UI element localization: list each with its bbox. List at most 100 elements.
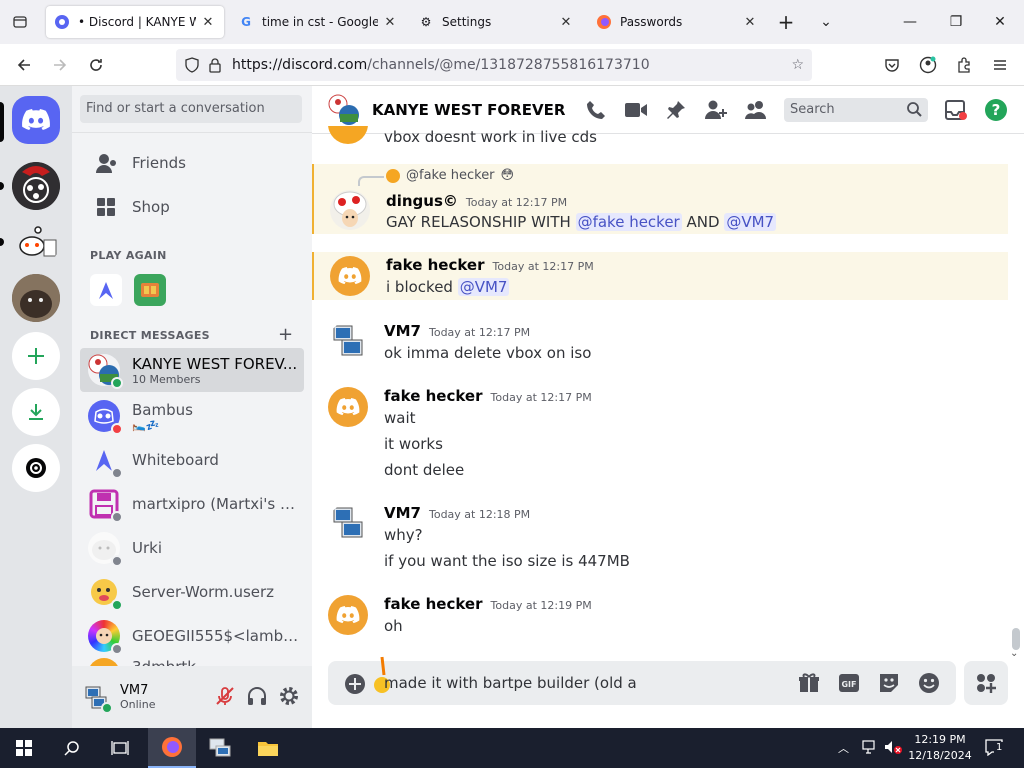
tab-list-icon[interactable] bbox=[8, 10, 32, 34]
url-bar[interactable]: https://discord.com/channels/@me/1318728… bbox=[176, 49, 812, 81]
dm-item-urki[interactable]: Urki bbox=[80, 526, 304, 570]
tab-overflow-chevron-icon[interactable]: ⌄ bbox=[814, 10, 838, 34]
friends-nav-item[interactable]: Friends bbox=[80, 142, 304, 184]
pin-icon[interactable] bbox=[664, 98, 688, 122]
back-arrow-icon[interactable] bbox=[12, 53, 36, 77]
headphones-icon[interactable] bbox=[246, 685, 268, 707]
chat-search-input[interactable]: Search bbox=[784, 98, 928, 122]
pocket-icon[interactable] bbox=[880, 53, 904, 77]
add-friends-icon[interactable] bbox=[704, 98, 728, 122]
scrollbar-thumb[interactable] bbox=[1012, 628, 1020, 650]
shield-icon[interactable] bbox=[184, 57, 200, 73]
direct-messages-home-button[interactable] bbox=[12, 96, 60, 144]
dm-item-whiteboard[interactable]: Whiteboard bbox=[80, 438, 304, 482]
channel-title: KANYE WEST FOREVER bbox=[372, 100, 566, 119]
message-author[interactable]: dingus© Today at 12:17 PM bbox=[386, 192, 567, 210]
member-list-icon[interactable] bbox=[744, 98, 768, 122]
message-author[interactable]: fake hecker Today at 12:17 PM bbox=[386, 256, 594, 274]
download-apps-button[interactable] bbox=[12, 388, 60, 436]
chat-scrollbar[interactable]: ⌄ bbox=[1009, 134, 1023, 661]
message-author[interactable]: fake hecker Today at 12:17 PM bbox=[384, 387, 592, 405]
group-avatar[interactable] bbox=[328, 94, 360, 126]
search-icon[interactable] bbox=[48, 728, 96, 768]
dm-item-martxipro[interactable]: martxipro (Martxi's ve... bbox=[80, 482, 304, 526]
minimize-button[interactable]: — bbox=[898, 10, 922, 34]
bookmark-star-icon[interactable]: ☆ bbox=[791, 57, 804, 73]
tab-passwords[interactable]: Passwords ✕ bbox=[588, 6, 766, 38]
task-view-icon[interactable] bbox=[96, 728, 144, 768]
restore-button[interactable]: ❐ bbox=[944, 10, 968, 34]
vm7-avatar[interactable] bbox=[328, 322, 368, 362]
close-tab-icon[interactable]: ✕ bbox=[742, 15, 758, 30]
message-text: dont delee bbox=[384, 461, 465, 479]
close-tab-icon[interactable]: ✕ bbox=[382, 15, 398, 30]
extensions-icon[interactable] bbox=[952, 53, 976, 77]
dm-item-geoegii555[interactable]: GEOEGII555$<lambd... bbox=[80, 614, 304, 658]
tab-settings[interactable]: ⚙ Settings ✕ bbox=[410, 6, 582, 38]
message-author[interactable]: fake hecker Today at 12:19 PM bbox=[384, 595, 592, 613]
video-call-icon[interactable] bbox=[624, 98, 648, 122]
dnd-status-dot bbox=[111, 423, 123, 435]
shop-nav-item[interactable]: Shop bbox=[80, 186, 304, 228]
new-tab-button[interactable]: + bbox=[774, 10, 798, 34]
gif-icon[interactable]: GIF bbox=[838, 672, 860, 694]
inbox-icon[interactable] bbox=[944, 98, 968, 122]
reload-icon[interactable] bbox=[84, 53, 108, 77]
forward-arrow-icon[interactable] bbox=[48, 53, 72, 77]
windows-start-icon[interactable] bbox=[0, 728, 48, 768]
discord-default-avatar[interactable] bbox=[330, 256, 370, 296]
user-settings-gear-icon[interactable] bbox=[278, 685, 300, 707]
scroll-down-chevron-icon[interactable]: ⌄ bbox=[1010, 648, 1018, 659]
emoji-icon[interactable] bbox=[918, 672, 940, 694]
close-window-button[interactable]: ✕ bbox=[988, 10, 1012, 34]
vm-taskbar-icon[interactable] bbox=[196, 728, 244, 768]
server-obs[interactable] bbox=[12, 162, 60, 210]
message-author[interactable]: VM7 Today at 12:17 PM bbox=[384, 322, 530, 340]
server-reddit[interactable] bbox=[12, 218, 60, 266]
vm7-avatar[interactable] bbox=[328, 504, 368, 544]
discord-default-avatar[interactable] bbox=[328, 387, 368, 427]
server-list bbox=[0, 86, 72, 728]
close-tab-icon[interactable]: ✕ bbox=[558, 15, 574, 30]
mention[interactable]: @fake hecker bbox=[575, 213, 682, 231]
dm-search-input[interactable]: Find or start a conversation bbox=[80, 95, 302, 123]
mention[interactable]: @VM7 bbox=[457, 278, 510, 296]
add-attachment-button[interactable] bbox=[344, 673, 366, 695]
file-explorer-icon[interactable] bbox=[244, 728, 292, 768]
menu-icon[interactable] bbox=[988, 53, 1012, 77]
discover-button[interactable] bbox=[12, 444, 60, 492]
add-server-button[interactable] bbox=[12, 332, 60, 380]
dm-item-server-worm[interactable]: Server-Worm.userz bbox=[80, 570, 304, 614]
toad-avatar[interactable] bbox=[330, 190, 370, 230]
create-dm-button[interactable]: + bbox=[278, 324, 293, 345]
lock-icon[interactable] bbox=[208, 57, 222, 73]
close-tab-icon[interactable]: ✕ bbox=[200, 15, 216, 30]
message-input[interactable]: made it with bartpe builder (old a bbox=[384, 674, 637, 692]
game-puzzle-icon[interactable] bbox=[134, 274, 166, 306]
tray-chevron-icon[interactable]: ︿ bbox=[838, 740, 849, 756]
volume-muted-icon[interactable] bbox=[884, 740, 902, 754]
game-whiteboard-icon[interactable] bbox=[90, 274, 122, 306]
user-avatar[interactable] bbox=[82, 683, 113, 714]
tab-discord[interactable]: • Discord | KANYE WEST ✕ bbox=[46, 6, 224, 38]
clock[interactable]: 12:19 PM 12/18/2024 bbox=[904, 732, 976, 764]
muted-mic-icon[interactable] bbox=[214, 685, 236, 707]
dm-item-kanye-west-forever[interactable]: KANYE WEST FOREV... 10 Members bbox=[80, 348, 304, 392]
sticker-icon[interactable] bbox=[878, 672, 900, 694]
mention[interactable]: @VM7 bbox=[724, 213, 777, 231]
message-author[interactable]: VM7 Today at 12:18 PM bbox=[384, 504, 530, 522]
apps-button[interactable] bbox=[964, 661, 1008, 705]
help-icon[interactable]: ? bbox=[984, 98, 1008, 122]
tab-google[interactable]: G time in cst - Google Se ✕ bbox=[230, 6, 406, 38]
dm-item-bambus[interactable]: Bambus 🛌💤 bbox=[80, 394, 304, 438]
gift-icon[interactable] bbox=[798, 672, 820, 694]
call-icon[interactable] bbox=[584, 98, 608, 122]
notification-center-icon[interactable]: 1 bbox=[984, 738, 1008, 758]
server-dog[interactable] bbox=[12, 274, 60, 322]
account-icon[interactable] bbox=[916, 53, 940, 77]
discord-default-avatar[interactable] bbox=[328, 595, 368, 635]
download-icon bbox=[29, 404, 43, 420]
firefox-taskbar-icon[interactable] bbox=[148, 728, 196, 768]
reply-reference[interactable]: @fake hecker 😳 bbox=[386, 168, 514, 183]
network-icon[interactable] bbox=[862, 740, 878, 754]
